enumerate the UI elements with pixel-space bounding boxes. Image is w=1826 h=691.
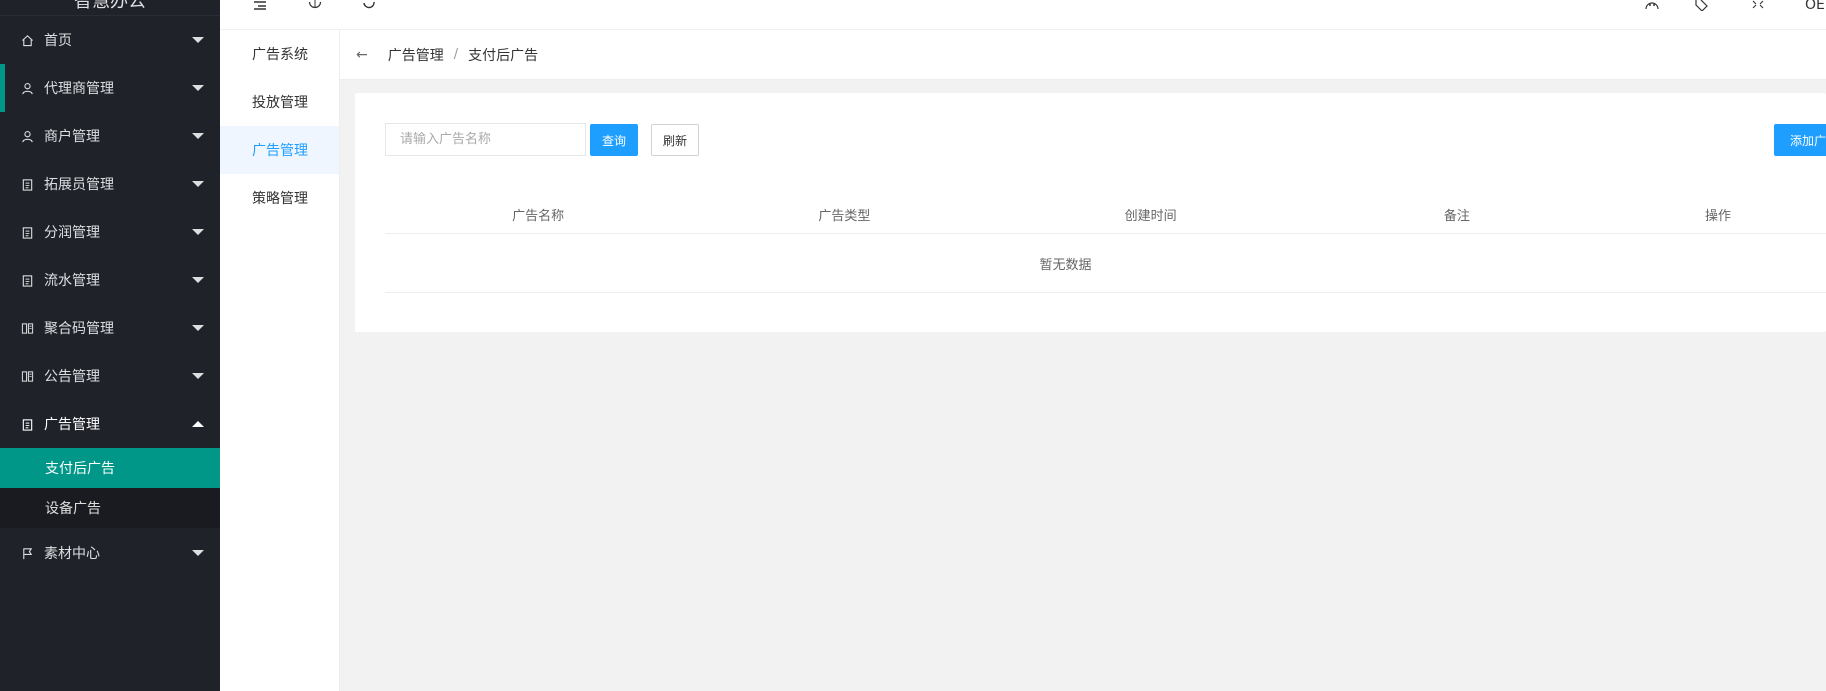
content-card: 查询 刷新 添加广告 广告名称 广告类型 创建时间 备注 操作 暂无数据 — [355, 93, 1826, 332]
sidebar-item-qrcode[interactable]: 聚合码管理 — [0, 304, 220, 352]
clipboard-icon — [20, 417, 34, 431]
fullscreen-icon[interactable] — [1752, 0, 1764, 12]
sidebar-item-label: 聚合码管理 — [44, 321, 114, 337]
ads-table: 广告名称 广告类型 创建时间 备注 操作 暂无数据 — [385, 195, 1826, 293]
breadcrumb-item-ad-management[interactable]: 广告管理 — [388, 45, 444, 65]
reader-icon — [20, 321, 34, 335]
sidebar-item-label: 拓展员管理 — [44, 177, 114, 193]
subnav-item-ad-system[interactable]: 广告系统 — [220, 30, 339, 78]
globe-icon[interactable] — [308, 0, 322, 12]
user-menu[interactable]: OE — [1805, 0, 1825, 12]
chevron-down-icon — [192, 277, 204, 283]
chevron-down-icon — [192, 325, 204, 331]
table-header: 广告名称 广告类型 创建时间 备注 操作 — [385, 195, 1826, 234]
column-header-actions: 操作 — [1705, 208, 1732, 224]
sidebar-item-agents[interactable]: 代理商管理 — [0, 64, 220, 112]
column-header-ad-name: 广告名称 — [512, 208, 565, 224]
sidebar-item-profit-sharing[interactable]: 分润管理 — [0, 208, 220, 256]
add-ad-button[interactable]: 添加广告 — [1774, 124, 1826, 156]
sidebar-item-label: 首页 — [44, 33, 72, 49]
sidebar-item-merchants[interactable]: 商户管理 — [0, 112, 220, 160]
back-arrow-icon[interactable]: ← — [356, 47, 368, 63]
sidebar-item-materials[interactable]: 素材中心 — [0, 528, 220, 578]
clipboard-icon — [20, 273, 34, 287]
theme-palette-icon[interactable] — [1644, 0, 1660, 12]
secondary-nav: 广告系统 投放管理 广告管理 策略管理 — [220, 30, 340, 691]
query-button[interactable]: 查询 — [590, 124, 638, 156]
reader-icon — [20, 369, 34, 383]
refresh-icon[interactable] — [362, 0, 376, 12]
chevron-down-icon — [192, 373, 204, 379]
chevron-down-icon — [192, 229, 204, 235]
ads-submenu: 支付后广告 设备广告 — [0, 448, 220, 528]
chevron-up-icon — [192, 421, 204, 427]
top-header: OE — [220, 0, 1826, 30]
sidebar-item-notices[interactable]: 公告管理 — [0, 352, 220, 400]
brand-area: 智慧办公 — [0, 0, 220, 16]
sidebar-subitem-device-ads[interactable]: 设备广告 — [0, 488, 220, 528]
user-icon — [20, 81, 34, 95]
home-icon — [20, 33, 34, 47]
subnav-item-delivery[interactable]: 投放管理 — [220, 78, 339, 126]
sidebar-item-label: 商户管理 — [44, 129, 100, 145]
sidebar-item-label: 素材中心 — [44, 546, 100, 562]
chevron-down-icon — [192, 550, 204, 556]
sidebar-item-transactions[interactable]: 流水管理 — [0, 256, 220, 304]
sidebar-item-expanders[interactable]: 拓展员管理 — [0, 160, 220, 208]
breadcrumb-separator: / — [453, 47, 459, 62]
collapse-menu-icon[interactable] — [251, 0, 267, 12]
brand-title: 智慧办公 — [74, 0, 146, 12]
sidebar-subitem-post-payment-ads[interactable]: 支付后广告 — [0, 448, 220, 488]
sidebar-item-label: 流水管理 — [44, 273, 100, 289]
refresh-button[interactable]: 刷新 — [651, 124, 699, 156]
sidebar-item-home[interactable]: 首页 — [0, 16, 220, 64]
sidebar: 智慧办公 首页 代理商管理 商户管理 拓展员管理 分润管理 流水管理 聚合码管理… — [0, 0, 220, 691]
user-icon — [20, 129, 34, 143]
chevron-down-icon — [192, 133, 204, 139]
breadcrumb: ← 广告管理 / 支付后广告 — [340, 30, 1826, 80]
flag-icon — [20, 546, 34, 560]
column-header-ad-type: 广告类型 — [818, 208, 871, 224]
column-header-remark: 备注 — [1443, 208, 1470, 224]
column-header-created-time: 创建时间 — [1124, 208, 1177, 224]
chevron-down-icon — [192, 181, 204, 187]
sidebar-item-ads[interactable]: 广告管理 — [0, 400, 220, 448]
subnav-item-strategy[interactable]: 策略管理 — [220, 174, 339, 222]
table-empty-row: 暂无数据 — [385, 234, 1826, 293]
subnav-item-ad-management[interactable]: 广告管理 — [220, 126, 339, 174]
clipboard-icon — [20, 225, 34, 239]
sidebar-item-label: 代理商管理 — [44, 81, 114, 97]
chevron-down-icon — [192, 85, 204, 91]
sidebar-item-label: 广告管理 — [44, 417, 100, 433]
clipboard-icon — [20, 177, 34, 191]
chevron-down-icon — [192, 37, 204, 43]
sidebar-item-label: 公告管理 — [44, 369, 100, 385]
breadcrumb-item-current: 支付后广告 — [468, 47, 539, 64]
sidebar-item-label: 分润管理 — [44, 225, 100, 241]
ad-name-search-input[interactable] — [385, 123, 586, 156]
tag-icon[interactable] — [1694, 0, 1708, 12]
